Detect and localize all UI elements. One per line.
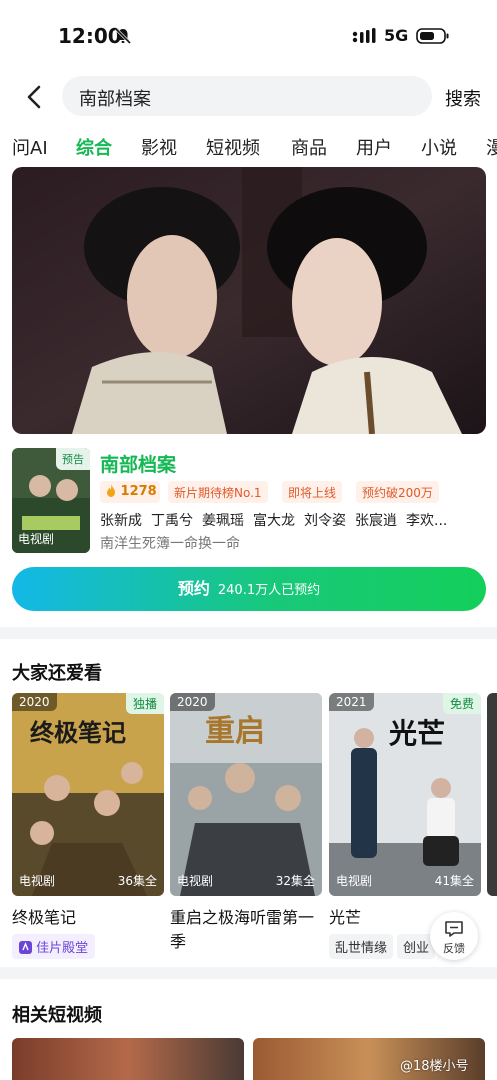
- cast-member[interactable]: 张宸逍: [355, 513, 397, 529]
- trailer-badge: 预告: [56, 448, 90, 470]
- feedback-icon: [445, 921, 463, 937]
- short-video-section-title: 相关短视频: [12, 1005, 102, 1026]
- search-button[interactable]: 搜索: [445, 85, 481, 111]
- cast-member[interactable]: 丁禹兮: [151, 513, 193, 529]
- feedback-button[interactable]: 反馈: [430, 912, 478, 960]
- card-year: 2020: [170, 693, 215, 711]
- ranking-chip: 新片期待榜No.1: [168, 481, 268, 503]
- feedback-label: 反馈: [443, 942, 465, 955]
- card-kind: 电视剧: [336, 874, 373, 888]
- poster-title-art: 光芒: [388, 717, 445, 750]
- tab-all[interactable]: 综合: [76, 134, 112, 160]
- poster-type-label: 电视剧: [18, 532, 55, 546]
- poster-title-art: 重启: [205, 714, 265, 749]
- cast-member[interactable]: 姜珮瑶: [202, 513, 244, 529]
- show-tagline: 南洋生死簿一命换一命: [100, 536, 240, 552]
- status-time: 12:00: [58, 24, 122, 48]
- section-divider: [0, 967, 497, 979]
- cast-member[interactable]: 富大龙: [253, 513, 295, 529]
- card-poster[interactable]: 重启 2020 电视剧 32集全: [170, 693, 322, 896]
- free-badge: 免费: [442, 693, 481, 714]
- exclusive-badge: 独播: [125, 693, 164, 714]
- cast-member[interactable]: 刘令姿: [304, 513, 346, 529]
- category-tabs: 问AI 综合 影视 短视频 商品 用户 小说 漫: [0, 124, 497, 164]
- next-card-peek[interactable]: [487, 693, 497, 896]
- signal-icon: [352, 28, 376, 43]
- card-title[interactable]: 终极笔记: [12, 906, 164, 930]
- card-episodes: 32集全: [275, 874, 315, 888]
- recommend-card[interactable]: 终极笔记 2020 独播 电视剧 36集全 终极笔记 佳片殿堂: [12, 693, 164, 959]
- cast-member[interactable]: 李欢...: [406, 513, 447, 529]
- show-title[interactable]: 南部档案: [100, 450, 176, 477]
- card-kind: 电视剧: [177, 874, 214, 888]
- card-year: 2020: [12, 693, 57, 711]
- short-video-thumbnail[interactable]: [12, 1038, 244, 1080]
- card-year: 2021: [329, 693, 374, 711]
- tab-users[interactable]: 用户: [356, 134, 392, 160]
- reserve-count: 240.1万人已预约: [217, 583, 321, 598]
- brand-chip[interactable]: 佳片殿堂: [12, 934, 96, 959]
- reserve-label: 预约: [177, 579, 210, 598]
- hero-trailer-image[interactable]: [12, 167, 486, 434]
- reservation-milestone-chip: 预约破200万: [356, 481, 439, 503]
- card-poster[interactable]: 终极笔记 2020 独播 电视剧 36集全: [12, 693, 164, 896]
- brand-name: 佳片殿堂: [36, 941, 89, 956]
- cast-member[interactable]: 张新成: [100, 513, 142, 529]
- tab-short-video[interactable]: 短视频: [206, 134, 260, 160]
- card-poster[interactable]: 光芒 2021 免费 电视剧 41集全: [329, 693, 481, 896]
- show-poster[interactable]: 预告 电视剧: [12, 448, 90, 553]
- cast-list: 张新成 丁禹兮 姜珮瑶 富大龙 刘令姿 张宸逍 李欢...: [100, 510, 456, 530]
- tab-comic[interactable]: 漫: [486, 134, 497, 160]
- status-bar: 12:00 5G: [0, 0, 497, 72]
- flame-icon: [107, 484, 115, 497]
- tab-video[interactable]: 影视: [141, 134, 177, 160]
- search-query: 南部档案: [79, 89, 151, 110]
- poster-title-art: 终极笔记: [30, 718, 126, 747]
- network-type: 5G: [384, 26, 409, 45]
- tab-novel[interactable]: 小说: [421, 134, 457, 160]
- recommend-card[interactable]: 重启 2020 电视剧 32集全 重启之极海听雷第一季: [170, 693, 322, 954]
- section-divider: [0, 627, 497, 639]
- tab-goods[interactable]: 商品: [291, 134, 327, 160]
- heat-chip: 1278: [100, 481, 160, 503]
- card-title[interactable]: 重启之极海听雷第一季: [170, 906, 322, 954]
- tab-ask-ai[interactable]: 问AI: [12, 134, 48, 160]
- card-episodes: 36集全: [117, 874, 157, 888]
- battery-icon: [416, 28, 449, 44]
- heat-value: 1278: [120, 484, 157, 499]
- search-input[interactable]: 南部档案: [62, 76, 432, 116]
- recommend-section-title: 大家还爱看: [12, 663, 102, 684]
- card-episodes: 41集全: [434, 874, 474, 888]
- card-kind: 电视剧: [19, 874, 56, 888]
- coming-soon-chip: 即将上线: [282, 481, 343, 503]
- back-arrow-icon[interactable]: [22, 82, 48, 112]
- genre-tag[interactable]: 乱世情缘: [329, 934, 394, 959]
- brand-logo-icon: [19, 941, 32, 954]
- watermark-text: @18楼小号: [400, 1059, 469, 1074]
- reserve-button[interactable]: 预约 240.1万人已预约: [12, 567, 486, 611]
- mute-bell-icon: [114, 27, 132, 45]
